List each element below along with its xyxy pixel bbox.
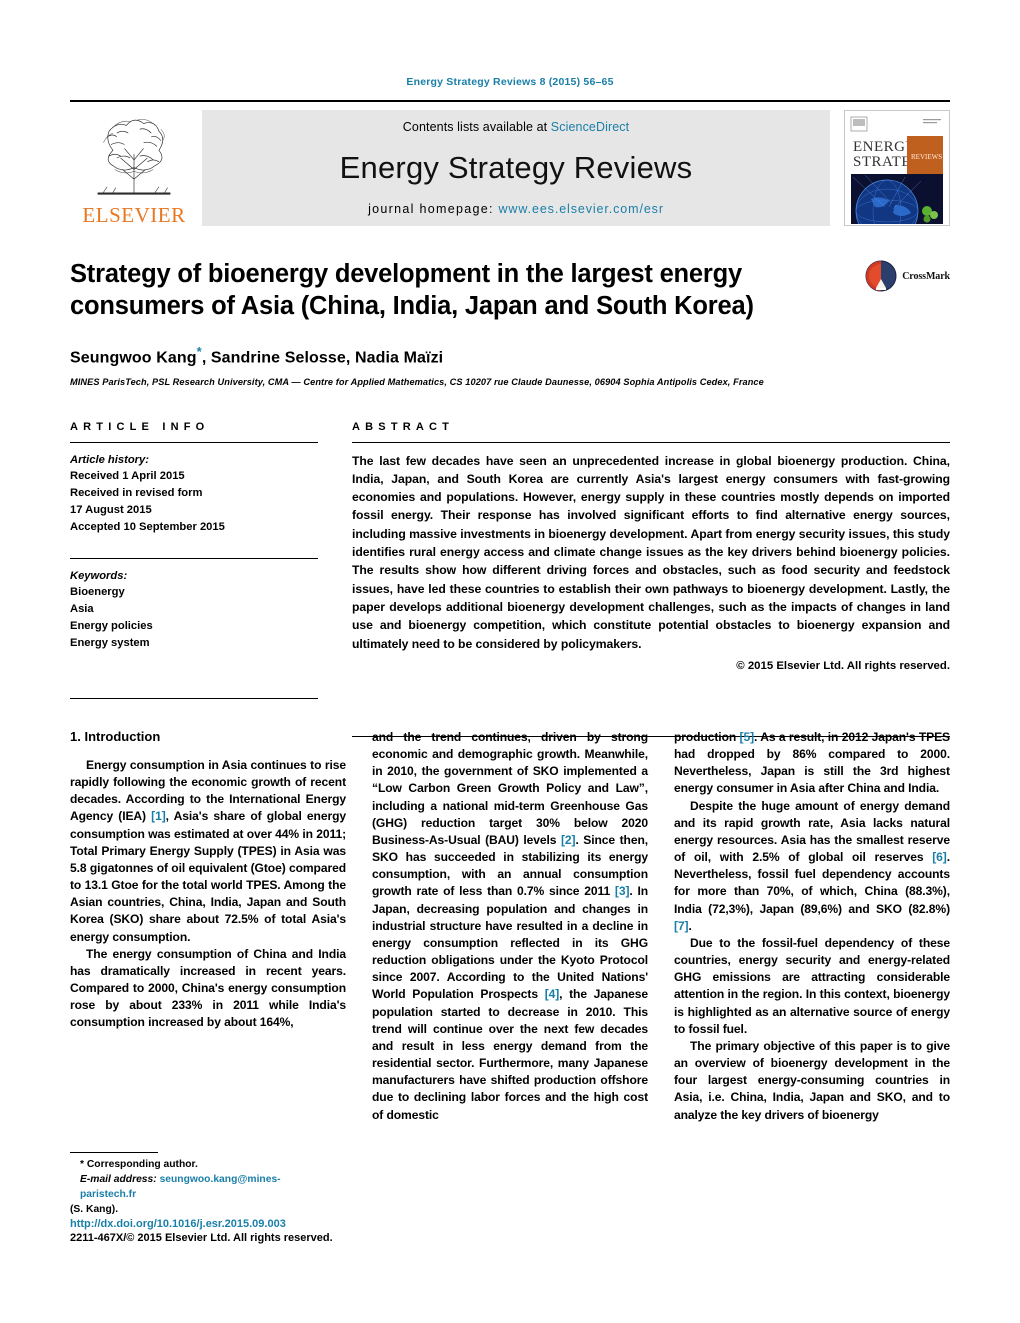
keyword-item: Bioenergy xyxy=(70,586,125,599)
paragraph: production [5]. As a result, in 2012 Jap… xyxy=(674,729,950,798)
homepage-prefix: journal homepage: xyxy=(368,202,499,216)
masthead-center-panel: Contents lists available at ScienceDirec… xyxy=(202,110,830,226)
paragraph: and the trend continues, driven by stron… xyxy=(372,729,648,1124)
journal-masthead: ELSEVIER Contents lists available at Sci… xyxy=(70,100,950,226)
email-note: E-mail address: seungwoo.kang@mines-pari… xyxy=(70,1173,320,1203)
paragraph-text: Despite the huge amount of energy demand… xyxy=(674,798,950,865)
email-label: E-mail address: xyxy=(80,1173,157,1185)
paragraph: Due to the fossil-fuel dependency of the… xyxy=(674,935,950,1036)
crossmark-label: CrossMark xyxy=(902,270,950,282)
crossmark-badge[interactable]: CrossMark xyxy=(865,260,950,292)
paragraph-text: , the Japanese population started to dec… xyxy=(372,987,648,1122)
paragraph: The primary objective of this paper is t… xyxy=(674,1038,950,1122)
paper-page: Energy Strategy Reviews 8 (2015) 56–65 E… xyxy=(0,0,1020,1323)
elsevier-tree-icon xyxy=(97,119,171,195)
author-first: Seungwoo Kang xyxy=(70,349,197,367)
affiliation: MINES ParisTech, PSL Research University… xyxy=(70,376,764,387)
body-columns: 1. Introduction Energy consumption in As… xyxy=(70,729,950,1159)
author-list: Seungwoo Kang*, Sandrine Selosse, Nadia … xyxy=(70,344,950,367)
section-divider-left xyxy=(70,697,318,699)
history-line: Received 1 April 2015 xyxy=(70,470,185,483)
article-history-label: Article history: xyxy=(70,453,149,466)
citation-ref[interactable]: [4] xyxy=(545,987,560,1001)
keyword-item: Energy policies xyxy=(70,619,153,632)
article-info-column: ARTICLE INFO Article history: Received 1… xyxy=(70,421,318,672)
footnote-block: * Corresponding author. E-mail address: … xyxy=(70,1152,320,1218)
citation-ref[interactable]: [3] xyxy=(615,884,630,898)
keywords-group: Keywords: Bioenergy Asia Energy policies… xyxy=(70,559,318,652)
svg-text:REVIEWS: REVIEWS xyxy=(911,153,942,161)
journal-cover-thumbnail[interactable]: ENERGY STRATEGY REVIEWS xyxy=(844,110,950,226)
paragraph-text: , Asia's share of global energy consumpt… xyxy=(70,809,346,944)
body-column-1: 1. Introduction Energy consumption in As… xyxy=(70,729,346,1159)
paragraph: The energy consumption of China and Indi… xyxy=(70,946,346,1030)
paragraph-text: production xyxy=(674,729,740,744)
journal-title: Energy Strategy Reviews xyxy=(339,150,693,185)
paragraph-text: and the trend continues, driven by stron… xyxy=(372,729,648,847)
citation-ref[interactable]: [7] xyxy=(674,919,689,933)
abstract-copyright: © 2015 Elsevier Ltd. All rights reserved… xyxy=(736,659,950,672)
abstract-column: ABSTRACT The last few decades have seen … xyxy=(352,421,950,672)
citation-ref[interactable]: [5] xyxy=(740,730,755,744)
footnote-rule xyxy=(70,1152,158,1153)
citation-ref[interactable]: [6] xyxy=(932,850,947,864)
elsevier-logo: ELSEVIER xyxy=(70,110,198,226)
section-title-introduction: 1. Introduction xyxy=(70,728,161,744)
doi-link[interactable]: http://dx.doi.org/10.1016/j.esr.2015.09.… xyxy=(70,1218,390,1230)
paragraph: Despite the huge amount of energy demand… xyxy=(674,798,950,935)
author-rest: , Sandrine Selosse, Nadia Maïzi xyxy=(201,349,444,367)
title-block: Strategy of bioenergy development in the… xyxy=(70,258,950,387)
keyword-item: Energy system xyxy=(70,636,150,649)
info-abstract-section: ARTICLE INFO Article history: Received 1… xyxy=(70,421,950,672)
citation-ref[interactable]: [1] xyxy=(151,809,166,823)
page-title: Strategy of bioenergy development in the… xyxy=(70,260,754,321)
journal-cover-art: ENERGY STRATEGY REVIEWS xyxy=(845,111,949,225)
keyword-item: Asia xyxy=(70,603,94,616)
sciencedirect-link[interactable]: ScienceDirect xyxy=(551,120,629,134)
article-info-heading: ARTICLE INFO xyxy=(70,420,210,433)
contents-prefix: Contents lists available at xyxy=(402,120,551,134)
paragraph: Energy consumption in Asia continues to … xyxy=(70,757,346,946)
issn-copyright: 2211-467X/© 2015 Elsevier Ltd. All right… xyxy=(70,1232,333,1244)
history-line: 17 August 2015 xyxy=(70,503,152,516)
running-head: Energy Strategy Reviews 8 (2015) 56–65 xyxy=(406,76,614,88)
article-history-group: Article history: Received 1 April 2015 R… xyxy=(70,443,318,536)
abstract-heading: ABSTRACT xyxy=(352,420,455,433)
email-owner: (S. Kang). xyxy=(70,1203,119,1215)
abstract-text: The last few decades have seen an unprec… xyxy=(352,453,950,651)
journal-homepage-link[interactable]: www.ees.elsevier.com/esr xyxy=(499,202,664,216)
crossmark-icon xyxy=(865,260,897,292)
body-column-3: production [5]. As a result, in 2012 Jap… xyxy=(674,729,950,1159)
paragraph-text: . In Japan, decreasing population and ch… xyxy=(372,884,648,1002)
contents-available-line: Contents lists available at ScienceDirec… xyxy=(403,120,629,134)
elsevier-wordmark: ELSEVIER xyxy=(82,203,186,227)
keywords-label: Keywords: xyxy=(70,569,128,582)
journal-homepage-line: journal homepage: www.ees.elsevier.com/e… xyxy=(368,202,664,216)
history-line: Received in revised form xyxy=(70,487,203,500)
citation-ref[interactable]: [2] xyxy=(561,833,576,847)
corresponding-author-note: * Corresponding author. xyxy=(80,1159,198,1170)
footer-block: http://dx.doi.org/10.1016/j.esr.2015.09.… xyxy=(70,1218,390,1244)
body-column-2: and the trend continues, driven by stron… xyxy=(372,729,648,1159)
history-line: Accepted 10 September 2015 xyxy=(70,520,225,533)
paragraph-text: . xyxy=(688,918,692,933)
